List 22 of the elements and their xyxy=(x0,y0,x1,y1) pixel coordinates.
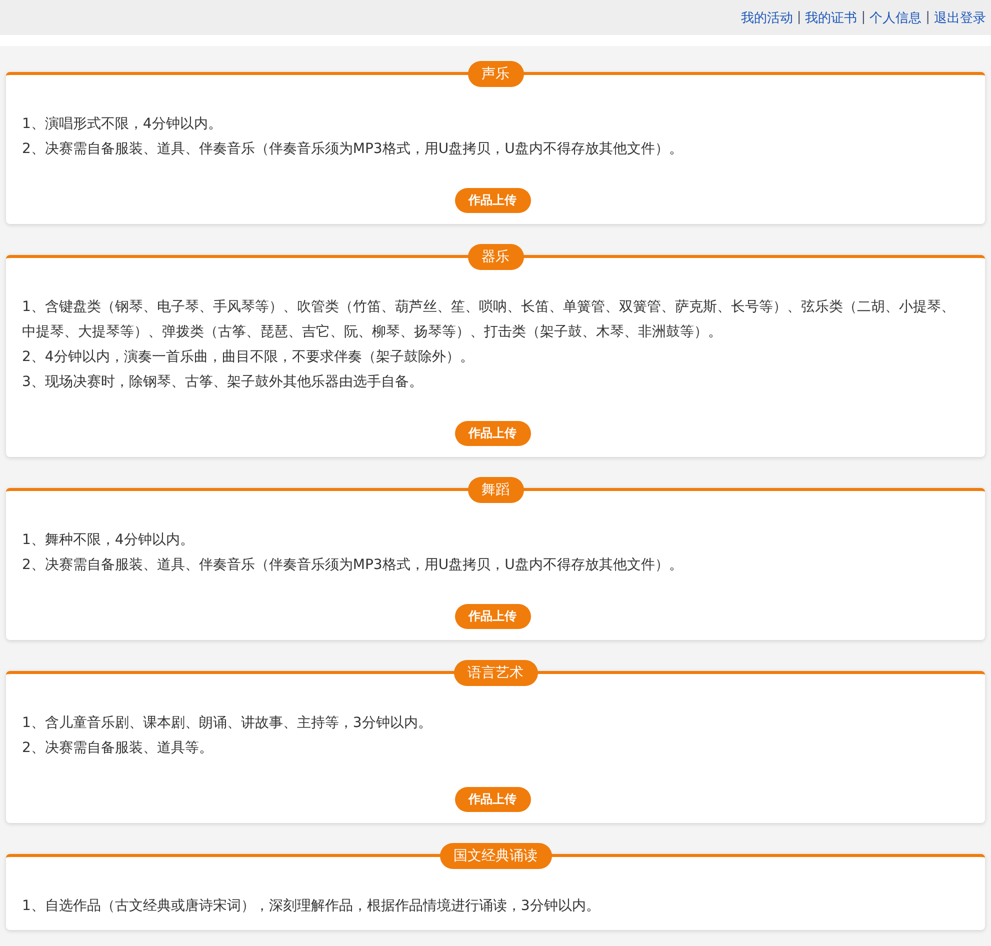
section-title: 声乐 xyxy=(468,61,524,87)
section-title: 国文经典诵读 xyxy=(440,843,552,869)
nav-separator: | xyxy=(861,10,866,25)
rule-text: 2、4分钟以内，演奏一首乐曲，曲目不限，不要求伴奏（架子鼓除外）。 xyxy=(22,348,475,367)
nav-link[interactable]: 我的活动 xyxy=(740,8,793,26)
rule-text: 1、含键盘类（钢琴、电子琴、手风琴等）、吹管类（竹笛、葫芦丝、笙、唢呐、长笛、单簧管、双簧管、萨克斯、长号等）、弦乐类（二胡、小提琴、中提琴、大提琴等）、弹拨类（古筝、琵琶、吉它、阮、柳琴、扬琴等）、打击类（架子鼓、木琴、非洲鼓等）。 xyxy=(22,298,956,342)
rule-text: 1、含儿童音乐剧、课本剧、朗诵、讲故事、主持等，3分钟以内。 xyxy=(22,714,433,733)
rule-text: 1、自选作品（古文经典或唐诗宋词），深刻理解作品，根据作品情境进行诵读，3分钟以内。 xyxy=(22,897,601,916)
nav-link[interactable]: 个人信息 xyxy=(870,8,922,26)
section-title: 舞蹈 xyxy=(468,477,524,503)
section-title: 器乐 xyxy=(468,244,524,270)
rule-text: 1、舞种不限，4分钟以内。 xyxy=(22,531,195,550)
rule-text: 2、决赛需自备服装、道具、伴奏音乐（伴奏音乐须为MP3格式，用U盘拷贝，U盘内不得存放其他文件）。 xyxy=(22,556,684,575)
section-title: 语言艺术 xyxy=(454,660,538,686)
nav-separator: | xyxy=(926,10,930,25)
rule-text: 2、决赛需自备服装、道具、伴奏音乐（伴奏音乐须为MP3格式，用U盘拷贝，U盘内不得存放其他文件）。 xyxy=(22,140,684,159)
rule-text: 3、现场决赛时，除钢琴、古筝、架子鼓外其他乐器由选手自备。 xyxy=(22,373,424,392)
nav-separator: | xyxy=(796,10,802,25)
nav-link[interactable]: 我的证书 xyxy=(805,8,858,26)
nav-link[interactable]: 退出登录 xyxy=(934,8,986,26)
rule-text: 1、演唱形式不限，4分钟以内。 xyxy=(22,115,223,134)
rule-text: 2、决赛需自备服装、道具等。 xyxy=(22,739,214,758)
